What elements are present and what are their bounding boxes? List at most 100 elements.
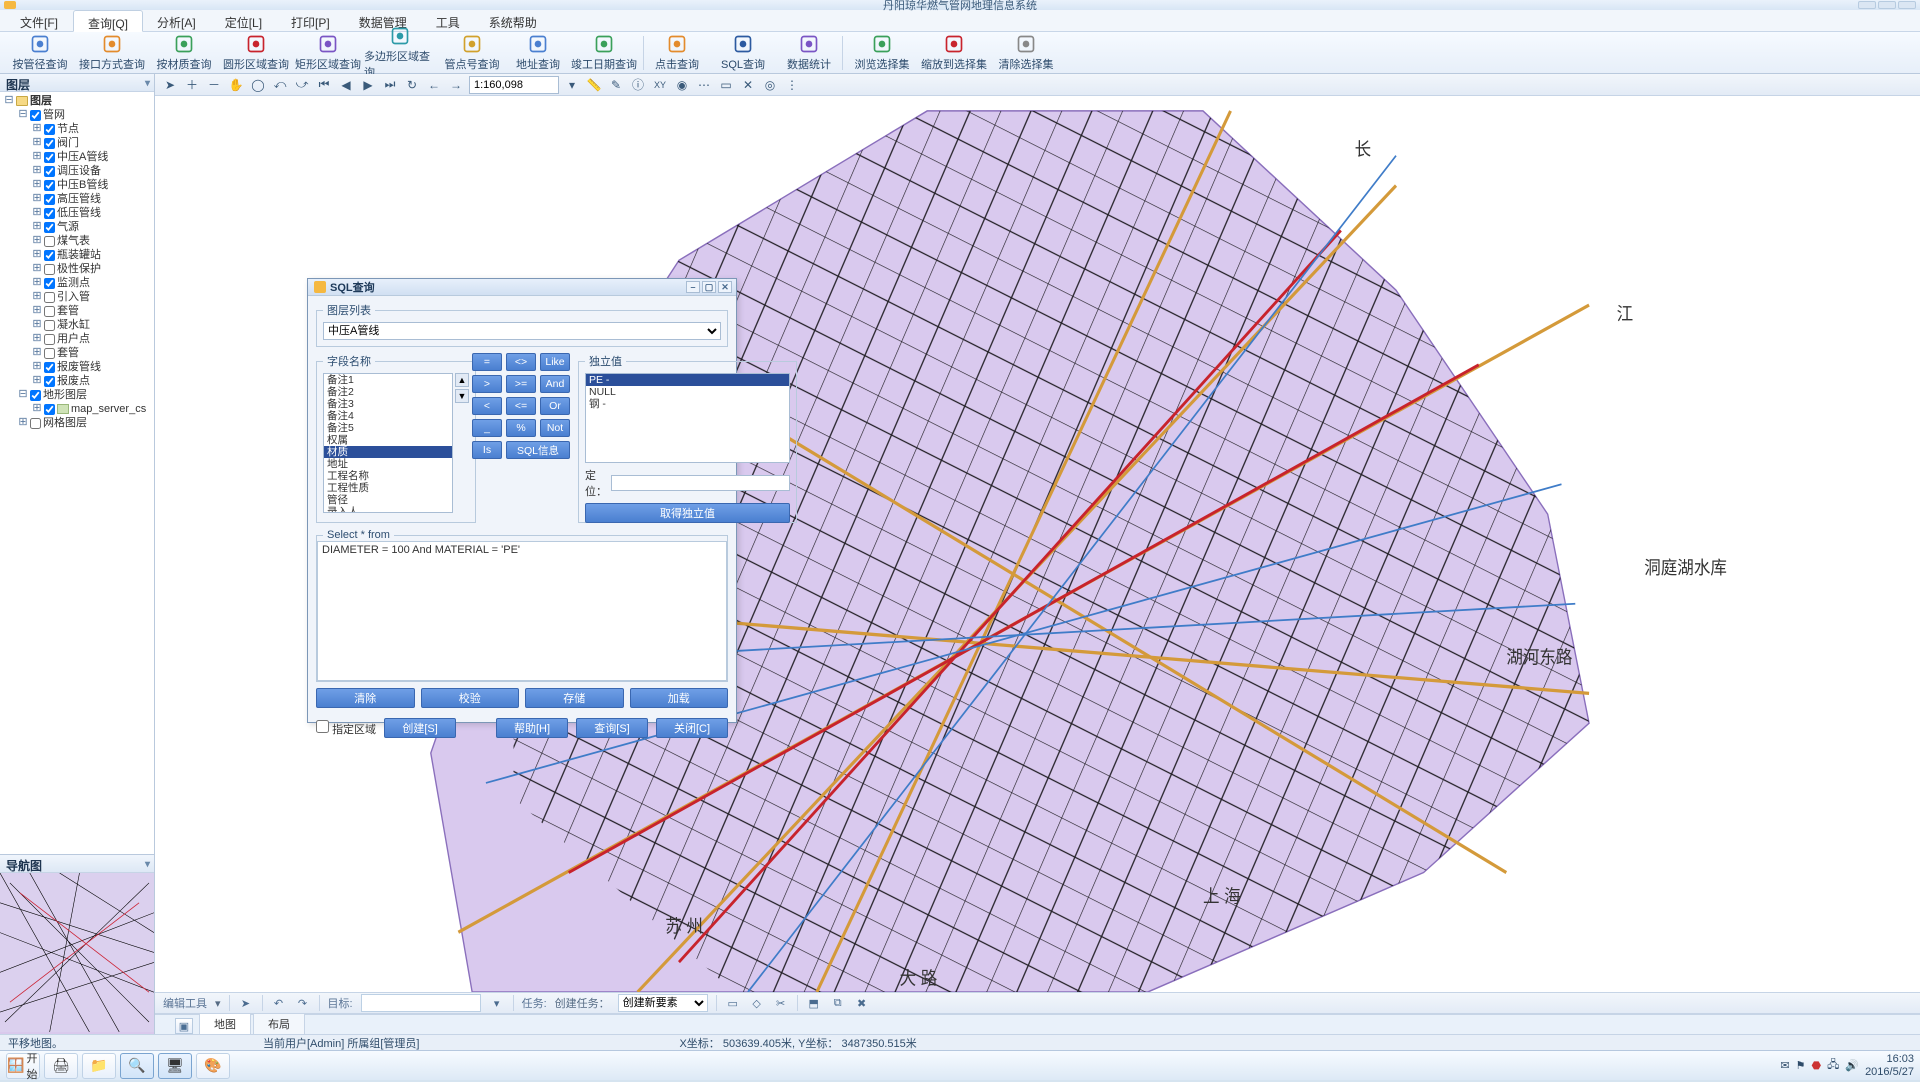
dialog-maximize-icon[interactable]: ▢: [702, 281, 716, 293]
first-view-icon[interactable]: ⏮: [315, 77, 333, 93]
view-tab[interactable]: 地图: [199, 1013, 251, 1034]
layer-checkbox[interactable]: [30, 390, 41, 401]
layer-checkbox[interactable]: [44, 334, 55, 345]
toolbar-button[interactable]: 竣工日期查询: [568, 33, 640, 73]
layer-checkbox[interactable]: [44, 250, 55, 261]
query-button[interactable]: 查询[S]: [576, 718, 648, 738]
toolbar-button[interactable]: 多边形区域查询: [364, 33, 436, 73]
field-item[interactable]: 工程性质: [324, 482, 452, 494]
toolbar-button[interactable]: 地址查询: [508, 33, 568, 73]
op-not-button[interactable]: Not: [540, 419, 570, 437]
layer-checkbox[interactable]: [44, 180, 55, 191]
full-extent-icon[interactable]: ◯: [249, 77, 267, 93]
field-item[interactable]: 录入人: [324, 506, 452, 513]
value-item[interactable]: NULL: [586, 386, 789, 398]
layer-checkbox[interactable]: [44, 306, 55, 317]
window-maximize-icon[interactable]: [1878, 1, 1896, 9]
scale-input[interactable]: [469, 76, 559, 94]
select-icon[interactable]: ▭: [717, 77, 735, 93]
layer-select[interactable]: 中压A管线: [323, 322, 721, 340]
merge-tool-icon[interactable]: ⬒: [806, 995, 822, 1011]
window-close-icon[interactable]: [1898, 1, 1916, 9]
taskbar-app-2[interactable]: 📁: [82, 1053, 116, 1079]
field-item[interactable]: 地址: [324, 458, 452, 470]
save-button[interactable]: 存储: [525, 688, 624, 708]
menu-item[interactable]: 打印[P]: [277, 10, 345, 31]
layer-checkbox[interactable]: [44, 124, 55, 135]
view-tab[interactable]: 布局: [253, 1013, 305, 1034]
forward-icon[interactable]: →: [447, 77, 465, 93]
start-button[interactable]: 🪟开始: [6, 1053, 40, 1079]
window-minimize-icon[interactable]: [1858, 1, 1876, 9]
sql-info-button[interactable]: SQL信息: [506, 441, 570, 459]
field-item[interactable]: 权属: [324, 434, 452, 446]
region-checkbox[interactable]: [316, 720, 329, 733]
menu-item[interactable]: 工具: [422, 10, 475, 31]
target-dropdown-icon[interactable]: ▾: [489, 995, 505, 1011]
toolbar-button[interactable]: 按管径查询: [4, 33, 76, 73]
map-view[interactable]: 长 江 洞庭湖水库 湖河东路 苏 州 上 海 大 路 SQL查询: [155, 96, 1920, 992]
toolbar-button[interactable]: 点击查询: [647, 33, 707, 73]
toolbar-button[interactable]: 矩形区域查询: [292, 33, 364, 73]
toolbar-button[interactable]: 圆形区域查询: [220, 33, 292, 73]
dialog-minimize-icon[interactable]: –: [686, 281, 700, 293]
toolbar-button[interactable]: 缩放到选择集: [918, 33, 990, 73]
tray-flag-icon[interactable]: ⚑: [1796, 1059, 1806, 1072]
field-up-button[interactable]: ▲: [455, 373, 469, 387]
redo-icon[interactable]: ↷: [295, 995, 311, 1011]
value-item[interactable]: 钢 -: [586, 398, 789, 410]
locate-input[interactable]: [611, 475, 790, 491]
layer-checkbox[interactable]: [44, 138, 55, 149]
measure-icon[interactable]: ◉: [673, 77, 691, 93]
op-pct-button[interactable]: %: [506, 419, 536, 437]
value-listbox[interactable]: PE -NULL钢 -: [585, 373, 790, 463]
toolbar-button[interactable]: 清除选择集: [990, 33, 1062, 73]
op-like-button[interactable]: Like: [540, 353, 570, 371]
op-le-button[interactable]: <=: [506, 397, 536, 415]
get-unique-values-button[interactable]: 取得独立值: [585, 503, 790, 523]
op-lt-button[interactable]: <: [472, 397, 502, 415]
toolbar-button[interactable]: SQL查询: [707, 33, 779, 73]
tray-shield-icon[interactable]: ⬣: [1811, 1059, 1821, 1072]
taskbar-app-4[interactable]: 🖥: [158, 1053, 192, 1079]
menu-item[interactable]: 分析[A]: [143, 10, 211, 31]
tray-volume-icon[interactable]: 🔊: [1845, 1059, 1859, 1072]
clear-button[interactable]: 清除: [316, 688, 415, 708]
layer-checkbox[interactable]: [44, 264, 55, 275]
refresh-icon[interactable]: ↻: [403, 77, 421, 93]
toolbar-button[interactable]: 接口方式查询: [76, 33, 148, 73]
sql-textarea[interactable]: DIAMETER = 100 And MATERIAL = 'PE': [317, 541, 727, 681]
tabs-toggle-icon[interactable]: ▣: [175, 1018, 193, 1034]
op-is-button[interactable]: Is: [472, 441, 502, 459]
region-checkbox-label[interactable]: 指定区域: [316, 720, 376, 737]
panel-menu-icon[interactable]: ▾: [145, 78, 150, 89]
layer-checkbox[interactable]: [44, 292, 55, 303]
panel-menu-icon[interactable]: ▾: [145, 859, 150, 870]
layer-checkbox[interactable]: [30, 110, 41, 121]
split-tool-icon[interactable]: ✂: [773, 995, 789, 1011]
delete-tool-icon[interactable]: ✖: [854, 995, 870, 1011]
layer-checkbox[interactable]: [30, 418, 41, 429]
locate-icon[interactable]: ◎: [761, 77, 779, 93]
next-view-icon[interactable]: ▶: [359, 77, 377, 93]
taskbar-app-5[interactable]: 🎨: [196, 1053, 230, 1079]
menu-item[interactable]: 查询[Q]: [73, 10, 143, 32]
field-item[interactable]: 备注2: [324, 386, 452, 398]
task-select[interactable]: 创建新要素: [618, 994, 708, 1012]
dialog-close-icon[interactable]: ✕: [718, 281, 732, 293]
layer-checkbox[interactable]: [44, 194, 55, 205]
toolbar-button[interactable]: 管点号查询: [436, 33, 508, 73]
toolbar-button[interactable]: 数据统计: [779, 33, 839, 73]
target-input[interactable]: [361, 994, 481, 1012]
identify-icon[interactable]: ⓘ: [629, 77, 647, 93]
edit-pointer-icon[interactable]: ➤: [238, 995, 254, 1011]
pan-icon[interactable]: ✋: [227, 77, 245, 93]
field-item[interactable]: 备注4: [324, 410, 452, 422]
sketch-tool-icon[interactable]: ▭: [725, 995, 741, 1011]
op-or-button[interactable]: Or: [540, 397, 570, 415]
zoom-out-icon[interactable]: －: [205, 77, 223, 93]
copy-tool-icon[interactable]: ⧉: [830, 995, 846, 1011]
help-button[interactable]: 帮助[H]: [496, 718, 568, 738]
layer-checkbox[interactable]: [44, 278, 55, 289]
dialog-titlebar[interactable]: SQL查询 – ▢ ✕: [308, 279, 736, 296]
